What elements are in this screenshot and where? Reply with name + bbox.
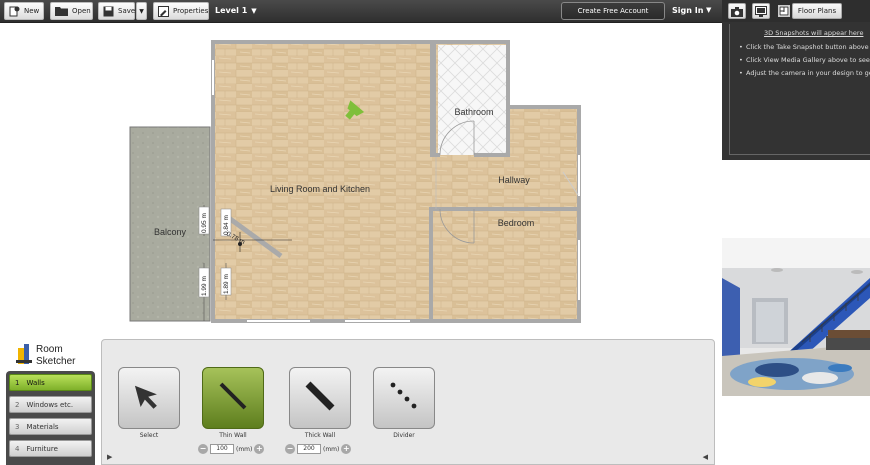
open-button[interactable]: Open (50, 2, 93, 20)
right-panel: Floor Plans 3D Snapshots will appear her… (722, 0, 870, 465)
panel-spacer (722, 160, 870, 238)
tip-item: Click View Media Gallery above to see a … (739, 56, 870, 64)
level-selector[interactable]: Level 1 ▼ (215, 6, 257, 15)
thin-wall-tool-button[interactable] (202, 367, 264, 429)
category-furniture[interactable]: 4 Furniture (9, 440, 92, 457)
snapshot-info: 3D Snapshots will appear here Click the … (729, 24, 870, 155)
create-account-button[interactable]: Create Free Account (561, 2, 665, 20)
dimension-label: 1.89 m (223, 274, 230, 294)
top-toolbar: New Open Save ▼ Properties Level 1 ▼ Crea… (0, 0, 722, 23)
camera-icon (731, 2, 743, 21)
category-menu: 1 Walls 2 Windows etc. 3 Materials 4 Furnitu… (6, 371, 95, 465)
thick-wall-thickness-input[interactable]: 200 (297, 444, 321, 454)
thin-wall-stepper: − 100 (mm) + (198, 444, 265, 454)
dimension-label: 1.99 m (201, 276, 208, 296)
select-tool-label: Select (139, 432, 159, 439)
snapshots-title: 3D Snapshots will appear here (764, 29, 864, 37)
caret-down-icon[interactable]: ▼ (706, 6, 711, 14)
floppy-icon (103, 6, 114, 17)
increase-button[interactable]: + (254, 444, 265, 454)
svg-text:Sketcher: Sketcher (36, 356, 76, 367)
tool-panel: Select Thin Wall − 100 (mm) + Thick Wall… (101, 339, 715, 465)
decrease-button[interactable]: − (285, 444, 295, 454)
take-snapshot-button[interactable] (728, 3, 746, 19)
folder-icon (55, 6, 68, 16)
room-label-balcony[interactable]: Balcony (154, 227, 187, 237)
tip-item: Adjust the camera in your design to get … (739, 69, 870, 77)
scroll-left-icon[interactable]: ▶ (107, 453, 112, 461)
properties-button[interactable]: Properties (153, 2, 209, 20)
room-label-hallway[interactable]: Hallway (498, 175, 530, 185)
thin-wall-label: Thin Wall (219, 432, 247, 439)
divider-tool-button[interactable] (373, 367, 435, 429)
thin-wall-thickness-input[interactable]: 100 (210, 444, 234, 454)
thick-wall-stepper: − 200 (mm) + (285, 444, 352, 454)
bathroom-floor[interactable] (438, 45, 507, 155)
caret-down-icon: ▼ (139, 7, 144, 15)
floor-plan[interactable]: Living Room and Kitchen Bathroom Hallway… (0, 23, 722, 338)
thick-wall-icon (302, 378, 338, 418)
save-dropdown-button[interactable]: ▼ (136, 2, 147, 20)
dimension-label: 0.95 m (201, 213, 208, 233)
floor-plan-icon (777, 3, 791, 19)
select-tool-button[interactable] (118, 367, 180, 429)
new-icon (9, 6, 20, 17)
tip-item: Click the Take Snapshot button above to … (739, 43, 870, 51)
decrease-button[interactable]: − (198, 444, 208, 454)
category-walls[interactable]: 1 Walls (9, 374, 92, 391)
right-panel-toolbar: Floor Plans (722, 0, 870, 22)
category-windows[interactable]: 2 Windows etc. (9, 396, 92, 413)
panel-footer (722, 396, 870, 465)
pointer-icon (132, 379, 166, 417)
media-gallery-button[interactable] (752, 3, 770, 19)
caret-down-icon: ▼ (251, 7, 257, 15)
divider-icon (386, 378, 422, 418)
room-label-bathroom[interactable]: Bathroom (454, 107, 493, 117)
room-label-living[interactable]: Living Room and Kitchen (270, 184, 370, 194)
svg-text:Room: Room (36, 344, 63, 355)
divider-label: Divider (393, 432, 415, 439)
balcony-area[interactable] (129, 126, 211, 322)
thick-wall-tool-button[interactable] (289, 367, 351, 429)
floor-plans-button[interactable]: Floor Plans (792, 3, 842, 19)
sign-in-link[interactable]: Sign In (672, 6, 703, 15)
category-materials[interactable]: 3 Materials (9, 418, 92, 435)
thin-wall-icon (215, 378, 251, 418)
room-sketcher-app: New Open Save ▼ Properties Level 1 ▼ Crea… (0, 0, 870, 465)
properties-icon (158, 5, 169, 17)
3d-preview[interactable] (722, 238, 870, 396)
roomsketcher-logo: Room Sketcher (14, 340, 94, 368)
increase-button[interactable]: + (341, 444, 352, 454)
thick-wall-label: Thick Wall (304, 432, 336, 439)
room-label-bedroom[interactable]: Bedroom (498, 218, 535, 228)
gallery-icon (755, 2, 767, 21)
save-button[interactable]: Save (98, 2, 135, 20)
scroll-left-icon[interactable]: ◀ (703, 453, 708, 461)
new-button[interactable]: New (4, 2, 44, 20)
floor-plan-canvas[interactable]: Living Room and Kitchen Bathroom Hallway… (0, 23, 722, 338)
